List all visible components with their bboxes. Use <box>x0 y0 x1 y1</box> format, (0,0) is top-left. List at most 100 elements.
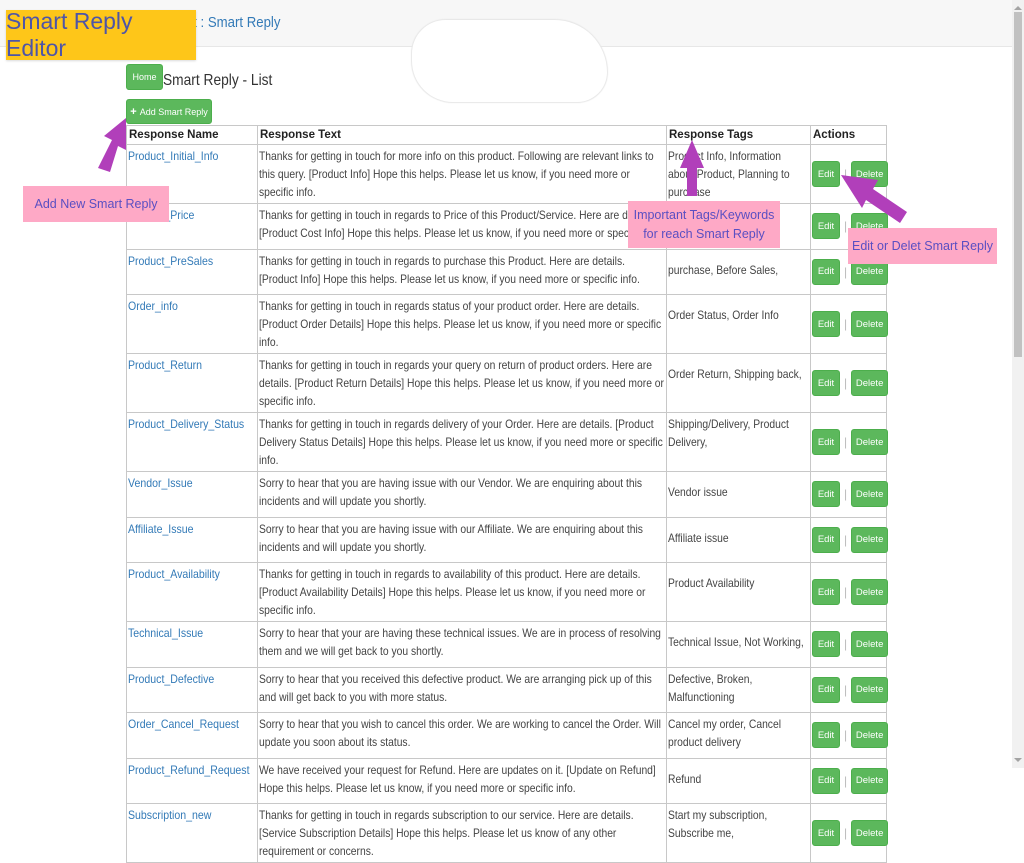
edit-button[interactable]: Edit <box>812 311 840 337</box>
arrow-to-add-button-icon <box>98 118 126 172</box>
edit-button[interactable]: Edit <box>812 258 840 285</box>
response-name-cell: Product_Delivery_Status <box>126 412 258 472</box>
scroll-up-icon[interactable] <box>1014 6 1022 10</box>
response-tags: purchase, Before Sales, <box>668 262 779 277</box>
response-text-cell: Thanks for getting in touch in regards y… <box>257 353 667 413</box>
response-text: Thanks for getting in touch in regards d… <box>259 417 663 467</box>
plus-icon: + <box>130 105 137 118</box>
response-text-cell: Thanks for getting in touch for more inf… <box>257 144 667 204</box>
response-name-cell: Subscription_new <box>126 803 258 863</box>
delete-button[interactable]: Delete <box>851 722 889 749</box>
scrollbar-thumb[interactable] <box>1014 12 1022 357</box>
table-header-row: Response Name Response Text Response Tag… <box>126 125 887 145</box>
response-name-link[interactable]: Product_Refund_Request <box>128 761 250 779</box>
response-name-link[interactable]: Product_PreSales <box>128 252 213 270</box>
delete-button[interactable]: Delete <box>851 429 889 455</box>
edit-button[interactable]: Edit <box>812 722 840 749</box>
response-tags: Order Return, Shipping back, <box>668 367 802 381</box>
response-text-cell: Thanks for getting in touch in regards t… <box>257 562 667 622</box>
response-text: Sorry to hear that you are having issue … <box>259 476 643 508</box>
add-smart-reply-label: Add Smart Reply <box>139 106 208 117</box>
table-row: Vendor_Issue Sorry to hear that you are … <box>126 471 889 518</box>
response-name-link[interactable]: Product_Defective <box>128 670 214 688</box>
edit-button[interactable]: Edit <box>812 579 840 605</box>
delete-button[interactable]: Delete <box>851 676 889 703</box>
response-name-cell: Vendor_Issue <box>126 471 258 518</box>
response-name-link[interactable]: Vendor_Issue <box>128 474 193 492</box>
response-text: We have received your request for Refund… <box>259 762 656 795</box>
edit-button[interactable]: Edit <box>812 676 840 703</box>
header-response-name: Response Name <box>126 125 258 145</box>
actions-cell: Edit | Delete <box>810 757 889 804</box>
actions-cell: Edit | Delete <box>810 712 889 759</box>
response-name-link[interactable]: Order_info <box>128 297 178 315</box>
response-tags: Vendor issue <box>668 485 728 499</box>
response-text: Thanks for getting in touch in regards t… <box>259 567 646 617</box>
delete-button[interactable]: Delete <box>851 631 889 658</box>
response-name-link[interactable]: Product_Return <box>128 356 202 374</box>
response-text: Thanks for getting in touch for more inf… <box>259 149 654 199</box>
actions-cell: Edit | Delete <box>810 803 889 863</box>
response-tags: Cancel my order, Cancel product delivery <box>668 717 781 749</box>
delete-button[interactable]: Delete <box>851 370 889 396</box>
delete-button[interactable]: Delete <box>851 767 889 794</box>
action-separator: | <box>844 585 848 599</box>
response-name-link[interactable]: Product_Initial_Info <box>128 147 218 165</box>
edit-button[interactable]: Edit <box>812 429 840 455</box>
response-tags-cell: Vendor issue <box>666 471 811 518</box>
response-name-link[interactable]: Subscription_new <box>128 806 211 824</box>
edit-button[interactable]: Edit <box>812 767 840 794</box>
table-row: Technical_Issue Sorry to hear that your … <box>126 621 889 668</box>
response-name-link[interactable]: Product_Delivery_Status <box>128 415 244 433</box>
home-button[interactable]: Home <box>126 64 163 90</box>
response-name-link[interactable]: Order_Cancel_Request <box>128 715 239 733</box>
edit-button[interactable]: Edit <box>812 370 840 396</box>
response-name-cell: Product_Availability <box>126 562 258 622</box>
action-separator: | <box>844 167 848 181</box>
actions-cell: Edit | Delete <box>810 666 889 713</box>
action-separator: | <box>844 637 848 652</box>
delete-button[interactable]: Delete <box>851 311 889 337</box>
response-text: Thanks for getting in touch in regards s… <box>259 299 662 349</box>
edit-button[interactable]: Edit <box>812 213 840 240</box>
table-row: Product_Delivery_Status Thanks for getti… <box>126 412 889 472</box>
delete-button[interactable]: Delete <box>851 161 889 187</box>
page-title: Smart Reply - List <box>163 72 273 89</box>
edit-button[interactable]: Edit <box>812 161 840 187</box>
response-name-link[interactable]: Technical_Issue <box>128 624 203 642</box>
table-row: Product_Return Thanks for getting in tou… <box>126 353 889 413</box>
add-smart-reply-button[interactable]: + Add Smart Reply <box>126 99 212 124</box>
actions-cell: Edit | Delete <box>810 562 889 622</box>
delete-button[interactable]: Delete <box>851 579 889 605</box>
response-tags: Order Status, Order Info <box>668 308 779 322</box>
table-row: Product_PreSales Thanks for getting in t… <box>126 248 889 295</box>
response-name-link[interactable]: Product_Availability <box>128 565 220 583</box>
response-tags-cell: Product Availability <box>666 562 811 622</box>
edit-button[interactable]: Edit <box>812 526 840 553</box>
action-separator: | <box>844 728 848 743</box>
smart-reply-editor-callout: Smart Reply Editor <box>6 8 196 61</box>
response-tags-cell: Product Info, Information about Product,… <box>666 144 811 204</box>
delete-button[interactable]: Delete <box>851 526 889 553</box>
response-name-cell: Product_Defective <box>126 666 258 713</box>
response-tags: Shipping/Delivery, Product Delivery, <box>668 417 789 449</box>
response-text-cell: Sorry to hear that you wish to cancel th… <box>257 712 667 759</box>
response-tags-cell: Refund <box>666 757 811 804</box>
edit-button[interactable]: Edit <box>812 820 840 846</box>
response-tags-cell: Order Status, Order Info <box>666 294 811 354</box>
vertical-scrollbar[interactable] <box>1012 0 1024 768</box>
response-text-cell: Thanks for getting in touch in regards d… <box>257 412 667 472</box>
actions-cell: Edit | Delete <box>810 412 889 472</box>
response-text-cell: Sorry to hear that you are having issue … <box>257 516 667 563</box>
response-text-cell: Sorry to hear that you received this def… <box>257 666 667 713</box>
delete-button[interactable]: Delete <box>851 481 889 508</box>
response-text-cell: Thanks for getting in touch in regards t… <box>257 248 667 295</box>
edit-button[interactable]: Edit <box>812 481 840 508</box>
response-text: Thanks for getting in touch in regards t… <box>259 208 664 240</box>
scroll-down-icon[interactable] <box>1014 758 1022 762</box>
actions-cell: Edit | Delete <box>810 353 889 413</box>
actions-cell: Edit | Delete <box>810 294 889 354</box>
response-name-link[interactable]: Affiliate_Issue <box>128 520 194 538</box>
edit-button[interactable]: Edit <box>812 631 840 658</box>
delete-button[interactable]: Delete <box>851 820 889 846</box>
